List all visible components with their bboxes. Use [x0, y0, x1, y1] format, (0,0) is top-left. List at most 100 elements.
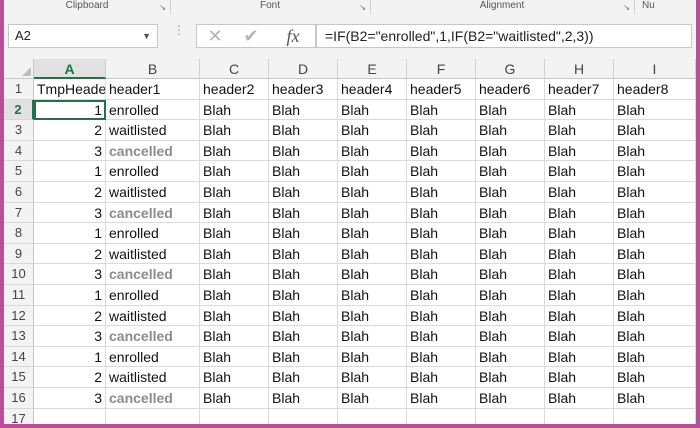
cell-c4[interactable]: Blah: [200, 140, 269, 162]
cell-g14[interactable]: Blah: [476, 346, 545, 368]
cell-d1[interactable]: header3: [269, 79, 338, 100]
cell-i7[interactable]: Blah: [614, 202, 696, 224]
cell-b17[interactable]: [106, 408, 200, 424]
cell-e5[interactable]: Blah: [338, 161, 407, 182]
cell-c3[interactable]: Blah: [200, 120, 269, 141]
cell-f2[interactable]: Blah: [407, 99, 476, 121]
cell-b3[interactable]: waitlisted: [106, 120, 200, 141]
column-header-h[interactable]: H: [545, 59, 614, 79]
cell-a1[interactable]: TmpHeade: [34, 79, 106, 100]
cell-d2[interactable]: Blah: [269, 99, 338, 121]
cell-h10[interactable]: Blah: [545, 264, 614, 285]
cell-b7[interactable]: cancelled: [106, 202, 200, 224]
cell-i4[interactable]: Blah: [614, 140, 696, 162]
row-header[interactable]: 9: [4, 243, 34, 265]
cell-b16[interactable]: cancelled: [106, 388, 200, 409]
cell-h12[interactable]: Blah: [545, 305, 614, 327]
cell-d3[interactable]: Blah: [269, 120, 338, 141]
cell-f6[interactable]: Blah: [407, 182, 476, 203]
cell-f14[interactable]: Blah: [407, 346, 476, 368]
row-header[interactable]: 14: [4, 346, 34, 368]
row-header[interactable]: 15: [4, 367, 34, 388]
cell-h6[interactable]: Blah: [545, 182, 614, 203]
cell-g8[interactable]: Blah: [476, 223, 545, 244]
cell-a7[interactable]: 3: [34, 202, 106, 224]
cell-b10[interactable]: cancelled: [106, 264, 200, 285]
cell-i2[interactable]: Blah: [614, 99, 696, 121]
cell-f11[interactable]: Blah: [407, 285, 476, 306]
row-header[interactable]: 10: [4, 264, 34, 285]
spreadsheet-grid[interactable]: ABCDEFGHI 1 TmpHeade header1 header2 header3…: [4, 59, 696, 424]
cell-h9[interactable]: Blah: [545, 243, 614, 265]
cell-e13[interactable]: Blah: [338, 326, 407, 347]
cell-e1[interactable]: header4: [338, 79, 407, 100]
cell-b11[interactable]: enrolled: [106, 285, 200, 306]
cell-a8[interactable]: 1: [34, 223, 106, 244]
cell-i10[interactable]: Blah: [614, 264, 696, 285]
cell-g10[interactable]: Blah: [476, 264, 545, 285]
row-header[interactable]: 12: [4, 305, 34, 327]
cell-c5[interactable]: Blah: [200, 161, 269, 182]
cell-c15[interactable]: Blah: [200, 367, 269, 388]
row-header[interactable]: 7: [4, 202, 34, 224]
row-header[interactable]: 1: [4, 79, 34, 100]
column-header-i[interactable]: I: [614, 59, 696, 79]
cell-h15[interactable]: Blah: [545, 367, 614, 388]
cell-h13[interactable]: Blah: [545, 326, 614, 347]
row-header[interactable]: 5: [4, 161, 34, 182]
cell-a5[interactable]: 1: [34, 161, 106, 182]
cell-f12[interactable]: Blah: [407, 305, 476, 327]
cell-c10[interactable]: Blah: [200, 264, 269, 285]
cell-b14[interactable]: enrolled: [106, 346, 200, 368]
cell-a2[interactable]: 1: [34, 99, 106, 121]
cell-g11[interactable]: Blah: [476, 285, 545, 306]
cell-i15[interactable]: Blah: [614, 367, 696, 388]
cell-b8[interactable]: enrolled: [106, 223, 200, 244]
cell-h3[interactable]: Blah: [545, 120, 614, 141]
grip-icon[interactable]: ⋮: [173, 24, 185, 36]
cell-f9[interactable]: Blah: [407, 243, 476, 265]
cell-e7[interactable]: Blah: [338, 202, 407, 224]
name-box[interactable]: A2 ▼: [8, 24, 158, 48]
cell-f15[interactable]: Blah: [407, 367, 476, 388]
row-header[interactable]: 16: [4, 388, 34, 409]
cell-e9[interactable]: Blah: [338, 243, 407, 265]
cell-a11[interactable]: 1: [34, 285, 106, 306]
cell-d7[interactable]: Blah: [269, 202, 338, 224]
cell-i17[interactable]: [614, 408, 696, 424]
cell-e8[interactable]: Blah: [338, 223, 407, 244]
cell-b1[interactable]: header1: [106, 79, 200, 100]
cell-b6[interactable]: waitlisted: [106, 182, 200, 203]
cell-f4[interactable]: Blah: [407, 140, 476, 162]
cell-d13[interactable]: Blah: [269, 326, 338, 347]
cell-f1[interactable]: header5: [407, 79, 476, 100]
column-header-a[interactable]: A: [34, 59, 106, 79]
cell-a15[interactable]: 2: [34, 367, 106, 388]
cell-f16[interactable]: Blah: [407, 388, 476, 409]
cell-f5[interactable]: Blah: [407, 161, 476, 182]
row-header[interactable]: 8: [4, 223, 34, 244]
cell-e10[interactable]: Blah: [338, 264, 407, 285]
cell-h11[interactable]: Blah: [545, 285, 614, 306]
cell-c17[interactable]: [200, 408, 269, 424]
row-header[interactable]: 4: [4, 140, 34, 162]
cell-d9[interactable]: Blah: [269, 243, 338, 265]
cell-c12[interactable]: Blah: [200, 305, 269, 327]
dialog-launcher-icon[interactable]: ↘: [623, 2, 630, 13]
cell-e15[interactable]: Blah: [338, 367, 407, 388]
insert-function-button[interactable]: fx: [276, 24, 310, 48]
cell-b5[interactable]: enrolled: [106, 161, 200, 182]
dialog-launcher-icon[interactable]: ↘: [359, 2, 366, 13]
cell-f7[interactable]: Blah: [407, 202, 476, 224]
cell-c11[interactable]: Blah: [200, 285, 269, 306]
cell-c1[interactable]: header2: [200, 79, 269, 100]
cell-a13[interactable]: 3: [34, 326, 106, 347]
cell-i13[interactable]: Blah: [614, 326, 696, 347]
cell-a6[interactable]: 2: [34, 182, 106, 203]
cell-g3[interactable]: Blah: [476, 120, 545, 141]
cell-a14[interactable]: 1: [34, 346, 106, 368]
cell-h4[interactable]: Blah: [545, 140, 614, 162]
cell-d5[interactable]: Blah: [269, 161, 338, 182]
cell-d8[interactable]: Blah: [269, 223, 338, 244]
cell-d16[interactable]: Blah: [269, 388, 338, 409]
